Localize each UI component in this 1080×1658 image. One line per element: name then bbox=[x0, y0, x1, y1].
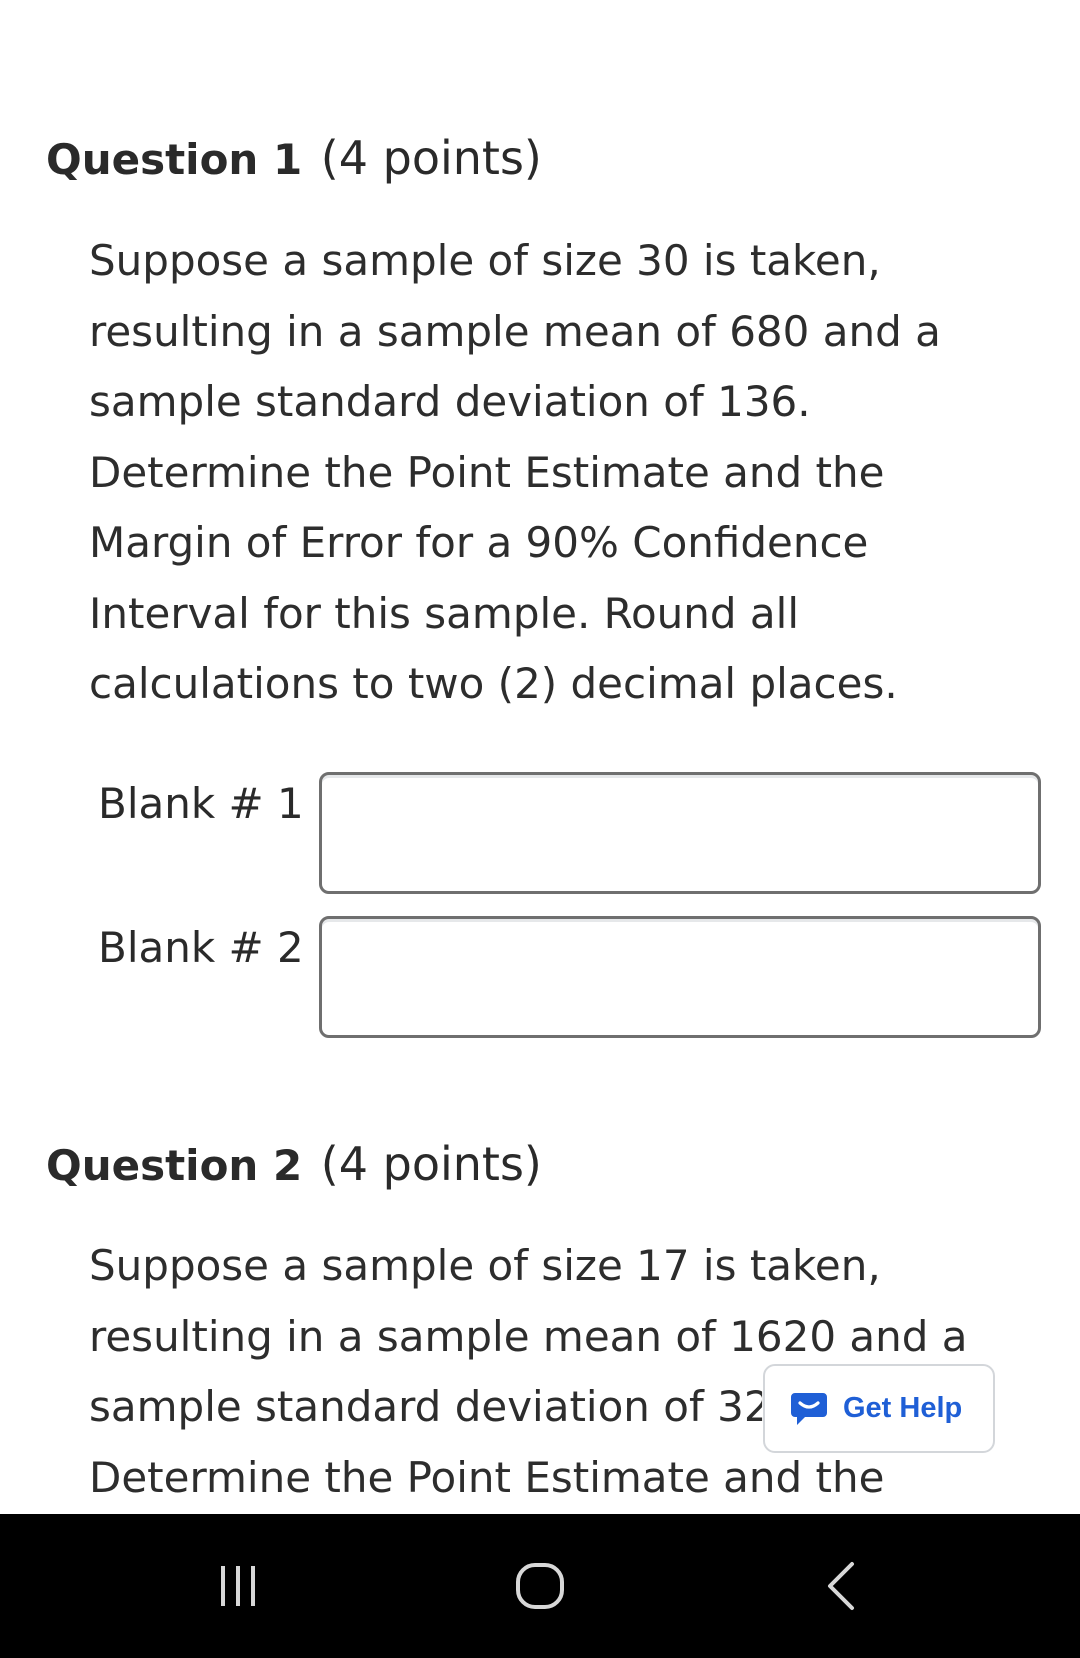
question-1-title: Question 1 bbox=[46, 135, 303, 184]
question-1-text-line: resulting in a sample mean of 680 and a bbox=[89, 306, 941, 356]
question-1-header: Question 1 (4 points) bbox=[46, 130, 542, 188]
question-2-header: Question 2 (4 points) bbox=[46, 1136, 542, 1194]
question-1-text: Suppose a sample of size 30 is taken, re… bbox=[89, 226, 1029, 720]
system-navigation-bar bbox=[0, 1514, 1080, 1658]
question-2-text-line: resulting in a sample mean of 1620 and a bbox=[89, 1311, 968, 1361]
blank-2-input[interactable] bbox=[319, 916, 1041, 1038]
chat-bubble-icon bbox=[789, 1389, 829, 1429]
get-help-button[interactable]: Get Help bbox=[763, 1364, 995, 1453]
recent-apps-icon bbox=[221, 1566, 255, 1606]
question-1-text-line: Suppose a sample of size 30 is taken, bbox=[89, 236, 881, 285]
recent-apps-button[interactable] bbox=[168, 1514, 308, 1658]
back-button[interactable] bbox=[772, 1514, 912, 1658]
question-1-text-line: Interval for this sample. Round all bbox=[89, 588, 800, 638]
quiz-page: Question 1 (4 points) Suppose a sample o… bbox=[0, 0, 1080, 1514]
question-2-title: Question 2 bbox=[46, 1141, 303, 1190]
question-1-text-line: sample standard deviation of 136. bbox=[89, 377, 811, 426]
question-1-text-line: calculations to two (2) decimal places. bbox=[89, 659, 898, 708]
question-1-text-line: Margin of Error for a 90% Confidence bbox=[89, 518, 869, 567]
back-chevron-icon bbox=[828, 1562, 854, 1610]
home-button[interactable] bbox=[470, 1514, 610, 1658]
home-icon bbox=[516, 1563, 564, 1609]
question-1-text-line: Determine the Point Estimate and the bbox=[89, 447, 885, 497]
blank-1-input[interactable] bbox=[319, 772, 1041, 894]
get-help-label: Get Help bbox=[843, 1392, 963, 1424]
blank-2-label: Blank # 2 bbox=[98, 923, 304, 972]
blank-1-label: Blank # 1 bbox=[98, 779, 304, 828]
question-1-points: (4 points) bbox=[320, 131, 542, 185]
question-2-text-line: Suppose a sample of size 17 is taken, bbox=[89, 1241, 881, 1290]
question-2-points: (4 points) bbox=[320, 1137, 542, 1191]
question-2-text-line: Determine the Point Estimate and the bbox=[89, 1452, 885, 1502]
